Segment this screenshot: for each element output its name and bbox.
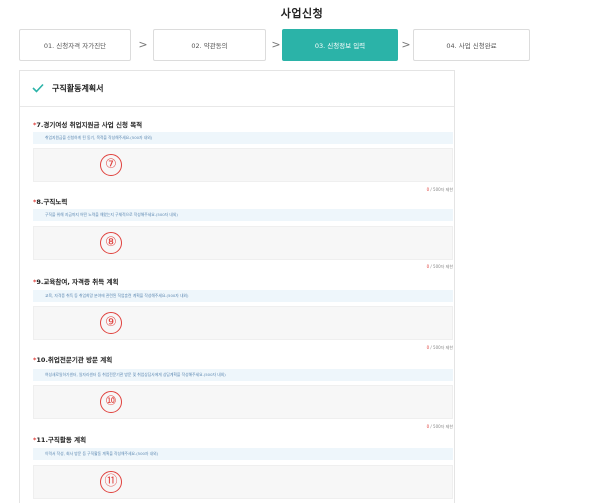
hint-box-8: 구직을 위해 지금까지 어떤 노력을 해왔는지 구체적으로 작성해주세요.(50… <box>33 209 453 221</box>
step-2: 02. 약관동의 <box>153 29 266 61</box>
page-title: 사업신청 <box>280 7 324 20</box>
section-title-10: *10.취업전문기관 방문 계획 <box>33 356 113 364</box>
hint-box-7: 취업지원금을 신청하게 된 동기, 목적을 작성해주세요.(500자 내외) <box>33 132 453 144</box>
panel-header: 구직활동계획서 <box>20 71 454 107</box>
char-counter-10: 0 / 500자 제한 <box>426 424 453 429</box>
circled-number-8: ⑧ <box>100 232 122 254</box>
hint-box-9: 교육, 자격증 취득 등 취업희망 분야에 관련된 직업훈련 계획을 작성해주세… <box>33 290 453 302</box>
chevron-right-icon: > <box>271 38 281 51</box>
textarea-job-search-plan[interactable]: ⑪ <box>33 465 453 499</box>
check-icon <box>32 83 44 93</box>
chevron-right-icon: > <box>138 38 148 51</box>
textarea-education-plan[interactable]: ⑨ <box>33 306 453 340</box>
job-search-plan-panel: 구직활동계획서 *7.경기여성 취업지원금 사업 신청 목적 취업지원금을 신청… <box>19 70 455 503</box>
step-progress: 01. 신청자격 자가진단 > 02. 약관동의 > 03. 신청정보 입력 >… <box>19 29 531 61</box>
circled-number-10: ⑩ <box>100 391 122 413</box>
panel-heading: 구직활동계획서 <box>52 84 104 93</box>
circled-number-7: ⑦ <box>100 154 122 176</box>
circled-number-11: ⑪ <box>100 471 122 493</box>
step-3-active: 03. 신청정보 입력 <box>282 29 398 61</box>
chevron-right-icon: > <box>401 38 411 51</box>
circled-number-9: ⑨ <box>100 312 122 334</box>
char-counter-7: 0 / 500자 제한 <box>426 187 453 192</box>
textarea-job-effort[interactable]: ⑧ <box>33 226 453 260</box>
section-title-9: *9.교육참여, 자격증 취득 계획 <box>33 278 119 286</box>
step-4: 04. 사업 신청완료 <box>413 29 530 61</box>
textarea-agency-visit-plan[interactable]: ⑩ <box>33 385 453 419</box>
section-title-8: *8.구직노력 <box>33 198 68 206</box>
hint-box-11: 이력서 작성, 회사 방문 등 구직활동 계획을 작성해주세요.(500자 내외… <box>33 448 453 460</box>
hint-box-10: 여성새로일하기센터, 일자리센터 등 취업전문기관 방문 및 취업상담사에게 상… <box>33 369 453 381</box>
textarea-purpose[interactable]: ⑦ <box>33 148 453 182</box>
char-counter-9: 0 / 500자 제한 <box>426 345 453 350</box>
section-title-11: *11.구직활동 계획 <box>33 436 87 444</box>
section-title-7: *7.경기여성 취업지원금 사업 신청 목적 <box>33 121 143 129</box>
char-counter-8: 0 / 500자 제한 <box>426 264 453 269</box>
step-1: 01. 신청자격 자가진단 <box>19 29 131 61</box>
